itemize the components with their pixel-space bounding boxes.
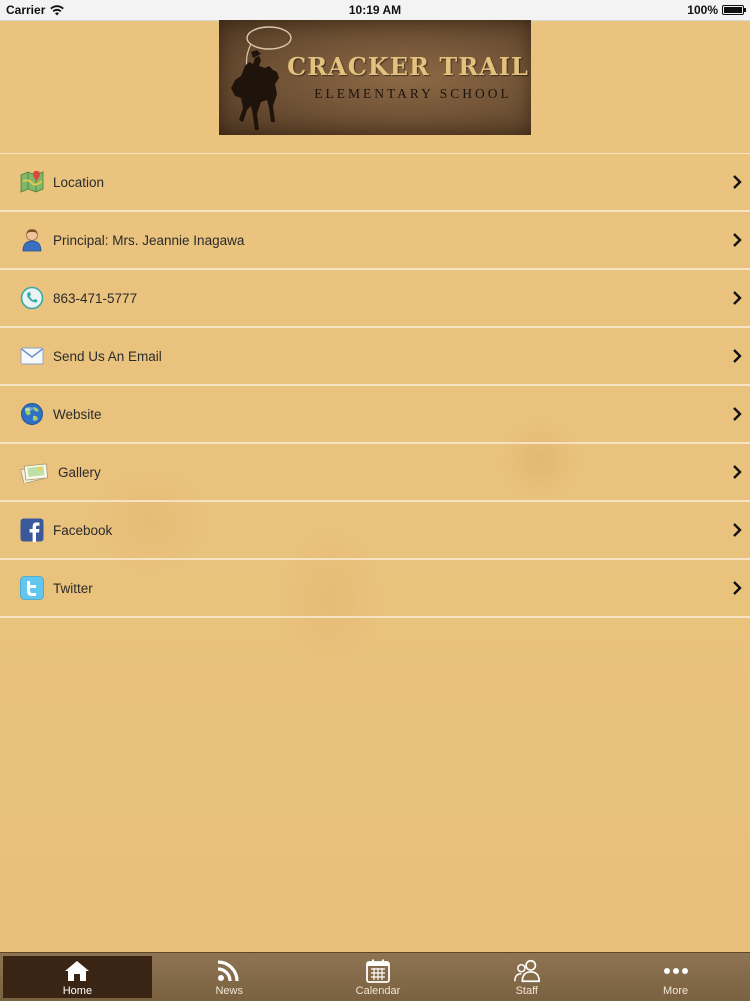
menu-item-label: Location bbox=[53, 174, 105, 190]
tab-label: Staff bbox=[515, 985, 538, 997]
logo-subtitle: ELEMENTARY SCHOOL bbox=[314, 86, 512, 101]
status-bar: Carrier 10:19 AM 100% bbox=[0, 0, 750, 21]
globe-icon bbox=[20, 402, 44, 426]
facebook-icon bbox=[20, 518, 44, 542]
menu-item-label: Twitter bbox=[53, 580, 93, 596]
status-right: 100% bbox=[687, 3, 746, 17]
school-logo: CRACKER TRAIL ELEMENTARY SCHOOL bbox=[219, 20, 531, 135]
menu-item-label: Website bbox=[53, 406, 102, 422]
tab-calendar[interactable]: Calendar bbox=[304, 953, 453, 1001]
person-icon bbox=[20, 228, 44, 252]
twitter-icon bbox=[20, 576, 44, 600]
chevron-right-icon bbox=[733, 523, 742, 537]
menu-item-label: Send Us An Email bbox=[53, 348, 162, 364]
menu-item-label: Principal: Mrs. Jeannie Inagawa bbox=[53, 232, 245, 248]
menu-item-label: 863-471-5777 bbox=[53, 290, 138, 306]
chevron-right-icon bbox=[733, 233, 742, 247]
menu-item-twitter[interactable]: Twitter bbox=[0, 560, 750, 618]
calendar-icon bbox=[364, 958, 392, 984]
chevron-right-icon bbox=[733, 581, 742, 595]
menu-item-website[interactable]: Website bbox=[0, 386, 750, 444]
menu-item-label: Gallery bbox=[58, 464, 101, 480]
menu-item-facebook[interactable]: Facebook bbox=[0, 502, 750, 560]
tab-more[interactable]: More bbox=[601, 953, 750, 1001]
tab-label: Calendar bbox=[355, 985, 401, 997]
home-icon bbox=[63, 958, 91, 984]
chevron-right-icon bbox=[733, 407, 742, 421]
tab-label: Home bbox=[62, 985, 93, 997]
status-time: 10:19 AM bbox=[348, 3, 402, 17]
email-icon bbox=[20, 344, 44, 368]
logo-title: CRACKER TRAIL bbox=[287, 52, 529, 81]
battery-icon bbox=[722, 5, 746, 15]
chevron-right-icon bbox=[733, 291, 742, 305]
menu-item-location[interactable]: Location bbox=[0, 154, 750, 212]
rss-icon bbox=[215, 958, 243, 984]
chevron-right-icon bbox=[733, 465, 742, 479]
menu-item-email[interactable]: Send Us An Email bbox=[0, 328, 750, 386]
phone-icon bbox=[20, 286, 44, 310]
menu-item-gallery[interactable]: Gallery bbox=[0, 444, 750, 502]
chevron-right-icon bbox=[733, 175, 742, 189]
tab-home[interactable]: Home bbox=[3, 956, 152, 998]
map-icon bbox=[20, 170, 44, 194]
main-menu: Location Principal: Mrs. Jeannie Inagawa… bbox=[0, 153, 750, 618]
tab-news[interactable]: News bbox=[155, 953, 304, 1001]
tab-label: More bbox=[663, 985, 689, 997]
battery-label: 100% bbox=[687, 3, 718, 17]
tab-staff[interactable]: Staff bbox=[452, 953, 601, 1001]
menu-item-phone[interactable]: 863-471-5777 bbox=[0, 270, 750, 328]
tab-bar: Home News Calendar Staff More bbox=[0, 952, 750, 1001]
menu-item-label: Facebook bbox=[53, 522, 113, 538]
more-icon bbox=[662, 958, 690, 984]
tab-label: News bbox=[215, 985, 243, 997]
staff-icon bbox=[513, 958, 541, 984]
gallery-icon bbox=[20, 460, 50, 484]
menu-item-principal[interactable]: Principal: Mrs. Jeannie Inagawa bbox=[0, 212, 750, 270]
chevron-right-icon bbox=[733, 349, 742, 363]
